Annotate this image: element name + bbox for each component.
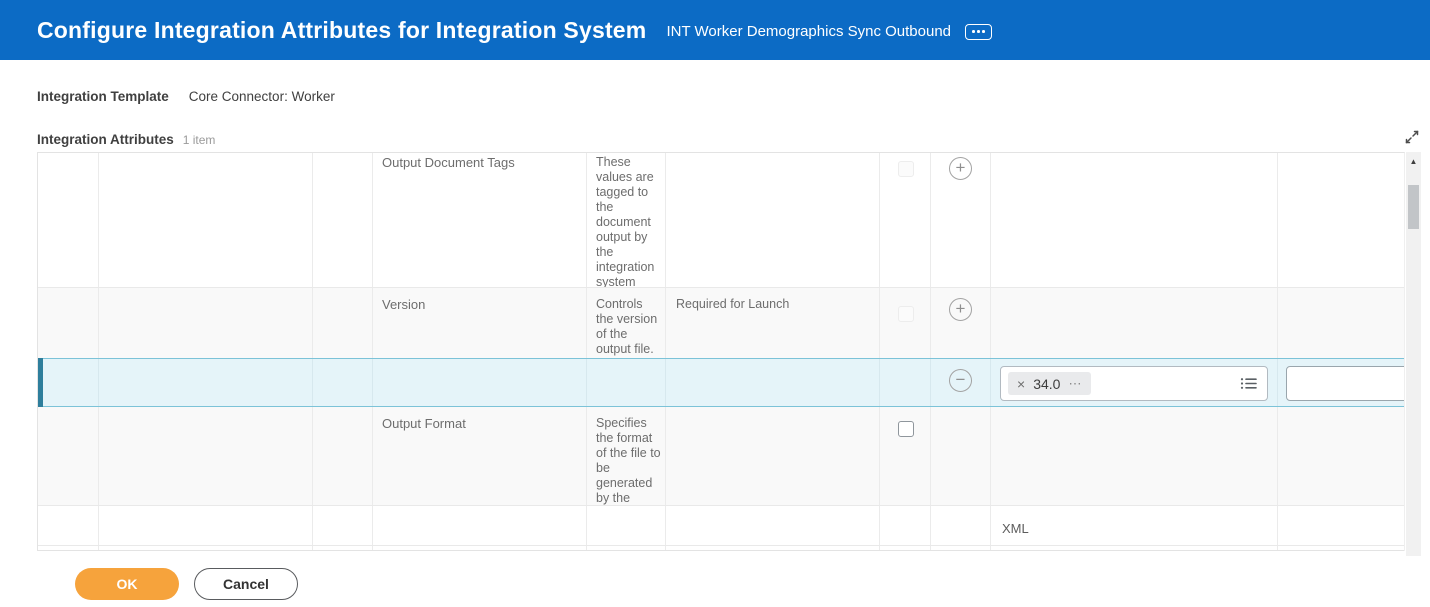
page: Configure Integration Attributes for Int… <box>0 0 1430 607</box>
attribute-description: Specifies the format of the file to be g… <box>587 407 666 505</box>
table-row: Version Controls the version of the outp… <box>38 288 1404 358</box>
selected-value: 34.0 <box>1033 375 1061 392</box>
attribute-value: XML <box>991 506 1278 545</box>
grid-header: Integration Attributes 1 item <box>37 132 215 147</box>
grid-title: Integration Attributes <box>37 132 174 147</box>
attribute-comment: Required for Launch <box>666 288 880 358</box>
related-actions-icon[interactable] <box>965 23 993 40</box>
ok-button[interactable]: OK <box>75 568 179 600</box>
secondary-value-input[interactable] <box>1286 366 1404 401</box>
cancel-button[interactable]: Cancel <box>194 568 298 600</box>
attribute-description: These values are tagged to the document … <box>587 153 666 287</box>
prompt-list-icon[interactable] <box>1239 375 1258 392</box>
pill-related-actions-icon[interactable]: ⋯ <box>1068 377 1082 390</box>
table-row <box>38 546 1404 551</box>
page-title: Configure Integration Attributes for Int… <box>37 16 647 43</box>
action-bar: OK Cancel <box>75 568 298 600</box>
scroll-up-icon[interactable]: ▲ <box>1406 152 1421 166</box>
integration-attributes-grid: Output Document Tags These values are ta… <box>37 152 1405 551</box>
vertical-scrollbar[interactable]: ▲ <box>1406 152 1421 556</box>
expand-grid-icon[interactable] <box>1403 128 1421 146</box>
attribute-name: Output Document Tags <box>373 153 587 287</box>
add-row-icon[interactable]: + <box>949 298 972 321</box>
scrollbar-thumb[interactable] <box>1408 185 1419 229</box>
remove-value-icon[interactable]: × <box>1017 377 1025 391</box>
table-row: XML <box>38 506 1404 546</box>
add-row-icon[interactable]: + <box>949 157 972 180</box>
attribute-description: Controls the version of the output file. <box>587 288 666 358</box>
page-header: Configure Integration Attributes for Int… <box>0 0 1430 60</box>
integration-template-value: Core Connector: Worker <box>188 89 335 104</box>
selected-value-pill: × 34.0 ⋯ <box>1008 372 1092 395</box>
table-row: Output Format Specifies the format of th… <box>38 407 1404 506</box>
integration-template-label: Integration Template <box>37 89 169 104</box>
grid-item-count: 1 item <box>182 133 216 147</box>
checkbox[interactable] <box>898 421 914 437</box>
attribute-comment <box>666 153 880 287</box>
attribute-comment <box>666 407 880 505</box>
page-subtitle: INT Worker Demographics Sync Outbound <box>666 22 952 40</box>
remove-row-icon[interactable]: − <box>949 369 972 392</box>
attribute-name: Output Format <box>373 407 587 505</box>
attribute-name: Version <box>373 288 587 358</box>
value-prompt-input[interactable]: × 34.0 ⋯ <box>1000 366 1268 401</box>
integration-template-row: Integration Template Core Connector: Work… <box>37 89 335 104</box>
table-row-selected: − × 34.0 ⋯ <box>38 358 1404 407</box>
table-row: Output Document Tags These values are ta… <box>38 153 1404 288</box>
checkbox[interactable] <box>898 306 914 322</box>
checkbox[interactable] <box>898 161 914 177</box>
